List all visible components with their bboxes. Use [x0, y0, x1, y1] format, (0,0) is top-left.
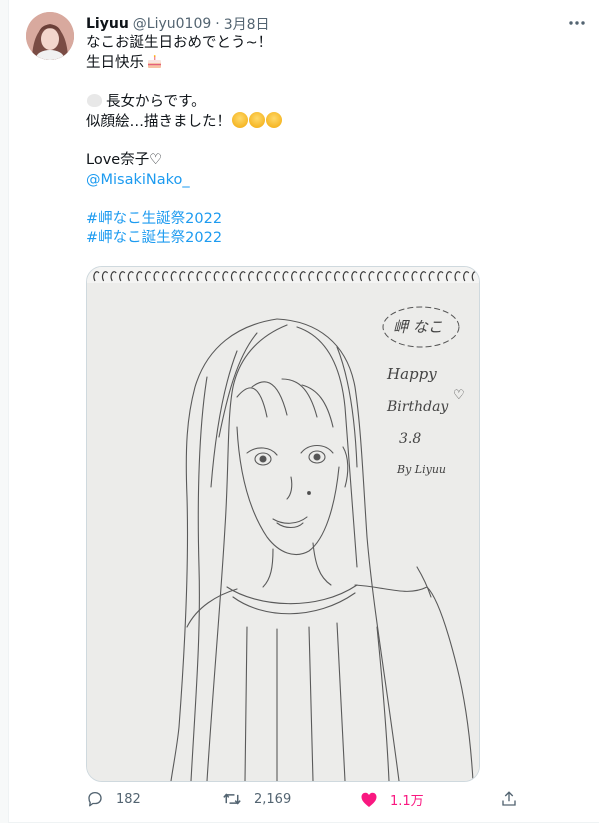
reply-button[interactable]: 182 [86, 790, 141, 808]
share-icon [500, 790, 518, 808]
sketch-drawing: 岬 なこ Happy Birthday ♡ 3.8 By Liyuu [87, 267, 479, 781]
tweet-header: Liyuu @Liyu0109 · 3月8日 [86, 14, 586, 34]
text-line-8: #岬なこ誕生祭2022 [86, 229, 506, 249]
text-line-5: Love奈子♡ [86, 151, 506, 171]
reply-count: 182 [116, 791, 141, 807]
spiral-binding [87, 267, 479, 283]
author-name[interactable]: Liyuu [86, 16, 129, 32]
retweet-icon [222, 790, 242, 808]
tweet-text: なこお誕生日おめでとう~！ 生日快乐 長女からです。 似顔絵…描きました！ Lo… [86, 34, 506, 249]
pleading-face-icon [249, 112, 265, 128]
text-line-2: 生日快乐 [86, 54, 506, 74]
text-line-6: @MisakiNako_ [86, 171, 506, 191]
greeting-text: なこお誕生日おめでとう~！ [86, 35, 273, 51]
mention-link[interactable]: @MisakiNako_ [86, 172, 190, 188]
sketch-name-text: 岬 なこ [393, 318, 443, 336]
chinese-greeting-text: 生日快乐 [86, 54, 144, 71]
text-line-4: 似顔絵…描きました！ [86, 112, 506, 132]
heart-icon [360, 791, 378, 808]
from-eldest-text: 長女からです。 [106, 93, 206, 110]
tweet-image[interactable]: 岬 なこ Happy Birthday ♡ 3.8 By Liyuu [86, 266, 480, 782]
pleading-face-icon [266, 112, 282, 128]
reply-icon [86, 790, 104, 808]
share-button[interactable] [500, 790, 518, 808]
sketch-happy-text: Happy [386, 365, 437, 383]
sketch-birthday-text: Birthday [386, 399, 449, 415]
tweet-card[interactable]: Liyuu @Liyu0109 · 3月8日 なこお誕生日おめでとう~！ 生日快… [8, 0, 599, 823]
header-separator: · [215, 16, 220, 32]
white-heart-icon [87, 93, 102, 107]
hashtag-link-2[interactable]: #岬なこ誕生祭2022 [86, 230, 222, 246]
birthday-cake-icon [147, 54, 162, 69]
sketch-heart-text: ♡ [453, 388, 465, 403]
sketch-date-text: 3.8 [399, 431, 421, 447]
text-line-1: なこお誕生日おめでとう~！ [86, 34, 506, 54]
like-button[interactable]: 1.1万 [360, 790, 424, 809]
hashtag-link-1[interactable]: #岬なこ生誕祭2022 [86, 211, 222, 227]
author-handle[interactable]: @Liyu0109 [133, 16, 211, 32]
more-icon[interactable] [568, 14, 586, 34]
like-count: 1.1万 [390, 794, 424, 809]
avatar[interactable] [26, 12, 74, 60]
love-text: Love奈子♡ [86, 152, 163, 168]
sketch-signature-text: By Liyuu [396, 463, 446, 476]
portrait-text: 似顔絵…描きました！ [86, 114, 231, 130]
text-line-7: #岬なこ生誕祭2022 [86, 210, 506, 230]
tweet-date[interactable]: 3月8日 [224, 14, 270, 34]
pleading-face-icon [232, 112, 248, 128]
retweet-count: 2,169 [254, 791, 292, 807]
retweet-button[interactable]: 2,169 [222, 790, 291, 808]
text-line-3: 長女からです。 [86, 93, 506, 113]
tweet-actions: 182 2,169 1.1万 [86, 786, 526, 816]
